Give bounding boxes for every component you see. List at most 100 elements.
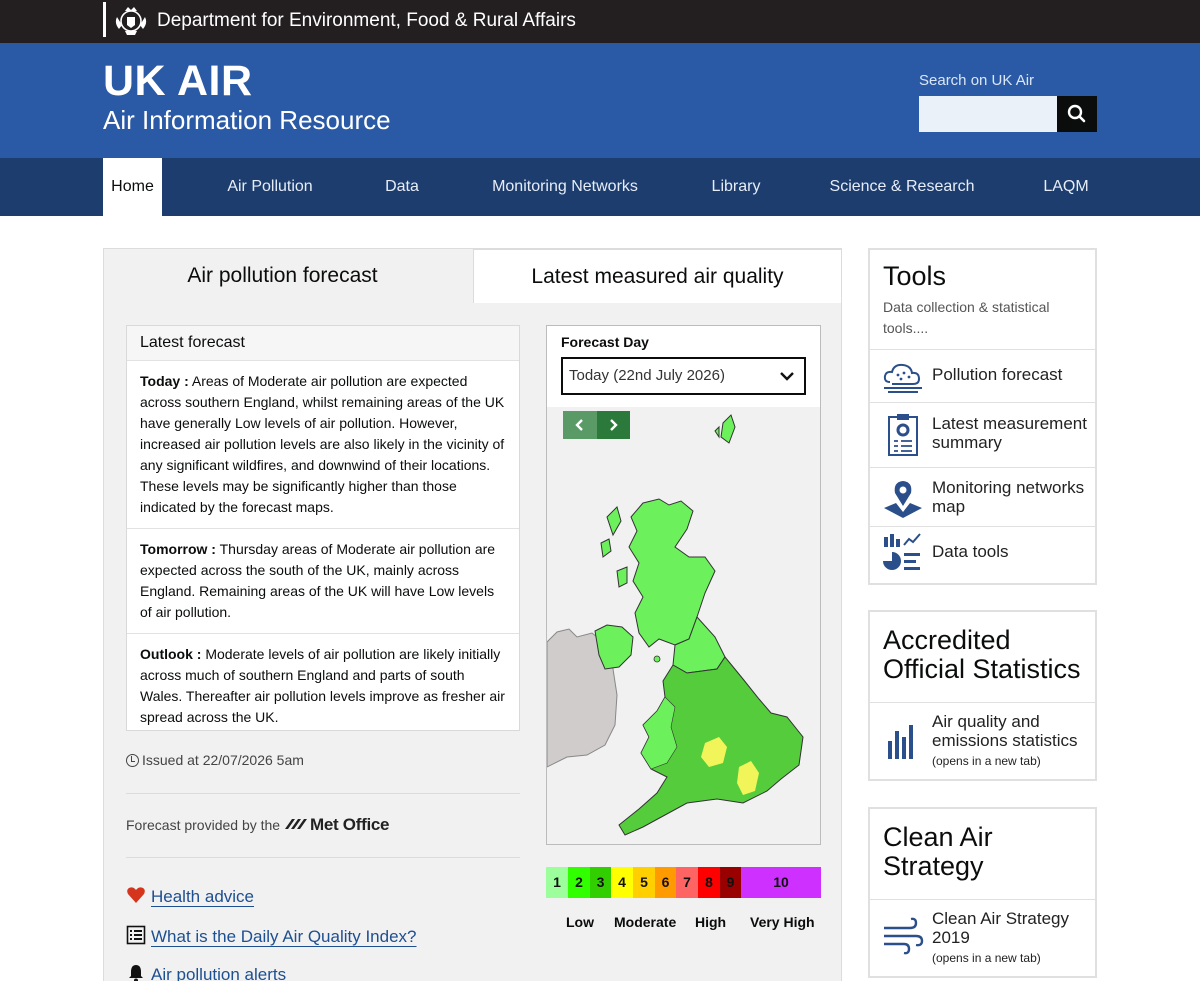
bell-icon [129, 965, 143, 981]
uk-forecast-map[interactable] [546, 407, 820, 844]
chevron-right-icon [610, 419, 618, 431]
tool-monitoring-networks-label: Monitoring networks map [932, 478, 1085, 516]
chevron-left-icon [575, 419, 583, 431]
latest-forecast-box: Latest forecast Today : Areas of Moderat… [126, 325, 520, 731]
bar-chart-icon [888, 725, 913, 759]
clean-air-strategy-link[interactable]: Clean Air Strategy 2019 (opens in a new … [870, 899, 1095, 977]
data-charts-icon [883, 533, 921, 570]
air-quality-statistics-label: Air quality and emissions statistics [932, 712, 1078, 750]
daqi-link[interactable]: What is the Daily Air Quality Index? [126, 925, 417, 947]
alerts-text[interactable]: Air pollution alerts [151, 965, 286, 981]
tab-latest-measured[interactable]: Latest measured air quality [473, 249, 842, 303]
nav-data[interactable]: Data [372, 158, 432, 216]
latest-forecast-heading: Latest forecast [127, 326, 519, 361]
site-subtitle[interactable]: Air Information Resource [103, 105, 391, 136]
forecast-day-value: Today (22nd July 2026) [569, 367, 725, 384]
next-day-button[interactable] [597, 411, 630, 439]
scale-cell-2: 2 [568, 867, 590, 898]
scale-cell-9: 9 [720, 867, 741, 898]
tool-pollution-forecast[interactable]: Pollution forecast [870, 349, 1095, 402]
new-tab-note: (opens in a new tab) [932, 754, 1041, 768]
clean-air-title: Clean Air Strategy [883, 822, 993, 881]
cloud-forecast-icon [883, 363, 922, 393]
uk-map-graphic [546, 414, 804, 836]
clipboard-report-icon [888, 414, 918, 456]
forecast-outlook-label: Outlook : [140, 646, 202, 662]
nav-air-pollution[interactable]: Air Pollution [215, 158, 325, 216]
crest-divider [103, 2, 106, 37]
scale-cell-10: 10 [741, 867, 821, 898]
forecast-tomorrow: Tomorrow : Thursday areas of Moderate ai… [127, 529, 519, 634]
royal-crest-icon[interactable] [111, 3, 151, 37]
nav-laqm[interactable]: LAQM [1030, 158, 1102, 216]
map-pin-icon [884, 481, 922, 518]
forecast-provided-by: Forecast provided by the [126, 817, 281, 833]
statistics-box: Accredited Official Statistics Air quali… [868, 610, 1097, 781]
tool-pollution-forecast-label: Pollution forecast [932, 365, 1063, 384]
scale-cell-1: 1 [546, 867, 568, 898]
site-title[interactable]: UK AIR [103, 57, 253, 106]
search-button[interactable] [1057, 96, 1097, 132]
issued-text: Issued at 22/07/2026 5am [142, 752, 304, 768]
clock-icon [126, 754, 139, 767]
forecast-panel: Air pollution forecast Latest measured a… [103, 248, 842, 981]
tools-title: Tools [883, 261, 947, 291]
health-advice-link[interactable]: Health advice [126, 885, 254, 907]
site-header: UK AIR Air Information Resource Search o… [0, 43, 1200, 158]
air-quality-statistics-link[interactable]: Air quality and emissions statistics (op… [870, 702, 1095, 780]
nav-monitoring-networks[interactable]: Monitoring Networks [480, 158, 650, 216]
divider [126, 857, 520, 858]
tools-description: Data collection & statistical tools.... [883, 299, 1050, 336]
divider [126, 793, 520, 794]
forecast-day-label: Forecast Day [561, 334, 649, 350]
nav-science-research[interactable]: Science & Research [820, 158, 984, 216]
govt-bar: Department for Environment, Food & Rural… [0, 0, 1200, 43]
band-low: Low [566, 914, 594, 930]
scale-cell-7: 7 [676, 867, 698, 898]
tool-data-tools[interactable]: Data tools [870, 526, 1095, 578]
tab-air-pollution-forecast[interactable]: Air pollution forecast [104, 249, 461, 303]
scale-cell-8: 8 [698, 867, 720, 898]
forecast-today: Today : Areas of Moderate air pollution … [127, 361, 519, 529]
nav-library[interactable]: Library [700, 158, 772, 216]
met-office-logo[interactable]: Met Office [284, 815, 389, 835]
forecast-today-label: Today : [140, 373, 189, 389]
clean-air-strategy-label: Clean Air Strategy 2019 [932, 909, 1070, 947]
tool-data-tools-label: Data tools [932, 542, 1009, 561]
tool-latest-measurement-summary[interactable]: Latest measurement summary [870, 402, 1095, 467]
forecast-day-select[interactable]: Today (22nd July 2026) [561, 357, 806, 395]
tools-box: Tools Data collection & statistical tool… [868, 248, 1097, 585]
statistics-title: Accredited Official Statistics [883, 625, 1081, 684]
alerts-link[interactable]: Air pollution alerts [126, 963, 286, 981]
daqi-scale: 1 2 3 4 5 6 7 8 9 10 [546, 867, 821, 898]
list-document-icon [126, 925, 146, 945]
forecast-today-text: Areas of Moderate air pollution are expe… [140, 373, 505, 515]
health-advice-text[interactable]: Health advice [151, 887, 254, 906]
department-name[interactable]: Department for Environment, Food & Rural… [157, 10, 576, 32]
met-office-logo-icon [285, 819, 307, 829]
scale-cell-4: 4 [611, 867, 633, 898]
daqi-text[interactable]: What is the Daily Air Quality Index? [151, 927, 417, 946]
wind-icon [884, 917, 924, 955]
search-icon [1067, 104, 1086, 123]
band-high: High [695, 914, 727, 930]
search-input[interactable] [919, 96, 1057, 132]
search-label: Search on UK Air [919, 72, 1035, 89]
main-nav: Home Air Pollution Data Monitoring Netwo… [0, 158, 1200, 216]
nav-home[interactable]: Home [103, 158, 162, 216]
tool-latest-measurement-label: Latest measurement summary [932, 414, 1087, 452]
issued-time: Issued at 22/07/2026 5am [126, 752, 304, 768]
chevron-down-icon [780, 372, 794, 381]
scale-cell-6: 6 [655, 867, 676, 898]
forecast-outlook: Outlook : Moderate levels of air polluti… [127, 634, 519, 738]
previous-day-button[interactable] [563, 411, 597, 439]
tool-monitoring-networks-map[interactable]: Monitoring networks map [870, 467, 1095, 526]
met-office-text: Met Office [310, 815, 390, 834]
forecast-tomorrow-label: Tomorrow : [140, 541, 216, 557]
new-tab-note: (opens in a new tab) [932, 951, 1041, 965]
heart-icon [127, 887, 145, 903]
clean-air-strategy-box: Clean Air Strategy Clean Air Strategy 20… [868, 807, 1097, 978]
band-very-high: Very High [750, 914, 815, 930]
band-moderate: Moderate [614, 914, 677, 930]
scale-cell-5: 5 [633, 867, 655, 898]
